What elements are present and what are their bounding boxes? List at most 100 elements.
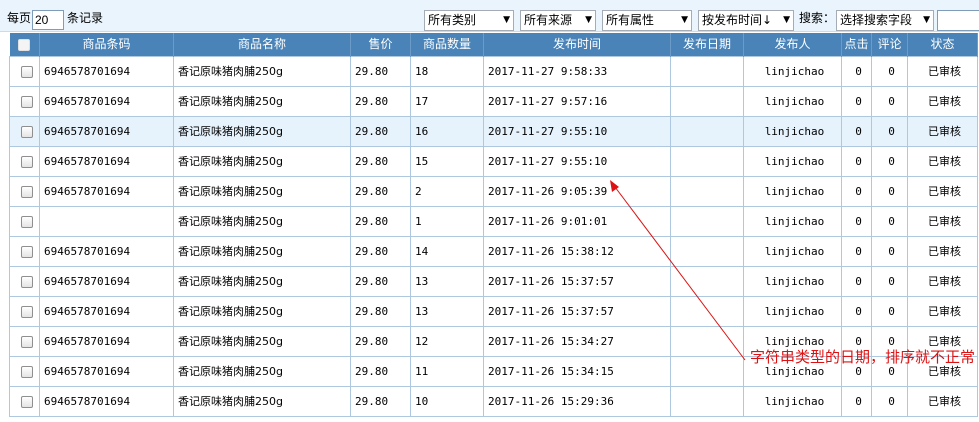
- cell-publisher: linjichao: [743, 386, 842, 417]
- cell-publish-time: 2017-11-26 9:05:39: [483, 176, 671, 207]
- cell-publisher: linjichao: [743, 146, 842, 177]
- cell-publish-date: [670, 176, 744, 207]
- cell-price: 29.80: [350, 86, 411, 117]
- cell-price: 29.80: [350, 206, 411, 237]
- row-checkbox[interactable]: [20, 155, 33, 168]
- cell-comments: 0: [871, 176, 908, 207]
- cell-select: [9, 56, 40, 87]
- cell-price: 29.80: [350, 296, 411, 327]
- attribute-filter-select[interactable]: 所有属性 ▼: [602, 10, 692, 31]
- cell-select: [9, 146, 40, 177]
- col-header-status[interactable]: 状态: [907, 33, 978, 57]
- cell-quantity: 11: [410, 356, 484, 387]
- cell-comments: 0: [871, 386, 908, 417]
- cell-status: 已审核: [907, 56, 978, 87]
- cell-publish-date: [670, 56, 744, 87]
- cell-clicks: 0: [841, 56, 872, 87]
- row-checkbox[interactable]: [20, 95, 33, 108]
- row-checkbox[interactable]: [20, 215, 33, 228]
- table-row[interactable]: 6946578701694 香记原味猪肉脯250g 29.80 10 2017-11-2…: [9, 386, 978, 417]
- cell-publisher: linjichao: [743, 266, 842, 297]
- select-all-checkbox[interactable]: [18, 38, 31, 51]
- cell-comments: 0: [871, 236, 908, 267]
- cell-select: [9, 386, 40, 417]
- col-header-clicks[interactable]: 点击: [841, 33, 872, 57]
- category-filter-value: 所有类别: [428, 13, 477, 27]
- cell-product-name: 香记原味猪肉脯250g: [173, 356, 351, 387]
- source-filter-select[interactable]: 所有来源 ▼: [520, 10, 596, 31]
- category-filter-select[interactable]: 所有类别 ▼: [424, 10, 514, 31]
- cell-publish-date: [670, 326, 744, 357]
- table-row[interactable]: 6946578701694 香记原味猪肉脯250g 29.80 14 2017-11-2…: [9, 236, 978, 267]
- table-row[interactable]: 6946578701694 香记原味猪肉脯250g 29.80 17 2017-11-2…: [9, 86, 978, 117]
- cell-publisher: linjichao: [743, 116, 842, 147]
- cell-price: 29.80: [350, 386, 411, 417]
- cell-clicks: 0: [841, 266, 872, 297]
- table-row[interactable]: 6946578701694 香记原味猪肉脯250g 29.80 15 2017-11-2…: [9, 146, 978, 177]
- chevron-down-icon: ▼: [783, 15, 790, 25]
- col-header-name[interactable]: 商品名称: [173, 33, 351, 57]
- table-row[interactable]: 6946578701694 香记原味猪肉脯250g 29.80 13 2017-11-2…: [9, 296, 978, 327]
- cell-publisher: linjichao: [743, 296, 842, 327]
- col-header-price[interactable]: 售价: [350, 33, 411, 57]
- cell-quantity: 13: [410, 296, 484, 327]
- row-checkbox[interactable]: [20, 335, 33, 348]
- row-checkbox[interactable]: [20, 65, 33, 78]
- col-header-comments[interactable]: 评论: [871, 33, 908, 57]
- table-row[interactable]: 6946578701694 香记原味猪肉脯250g 29.80 16 2017-11-2…: [9, 116, 978, 147]
- search-field-select[interactable]: 选择搜索字段 ▼: [836, 10, 934, 31]
- cell-status: 已审核: [907, 386, 978, 417]
- per-page-label: 每页: [7, 11, 32, 25]
- cell-publish-date: [670, 356, 744, 387]
- col-header-quantity[interactable]: 商品数量: [410, 33, 484, 57]
- cell-product-name: 香记原味猪肉脯250g: [173, 176, 351, 207]
- col-header-publisher[interactable]: 发布人: [743, 33, 842, 57]
- row-checkbox[interactable]: [20, 125, 33, 138]
- table-row[interactable]: 6946578701694 香记原味猪肉脯250g 29.80 13 2017-11-2…: [9, 266, 978, 297]
- col-header-publish-time[interactable]: 发布时间: [483, 33, 671, 57]
- cell-comments: 0: [871, 206, 908, 237]
- col-header-barcode[interactable]: 商品条码: [39, 33, 174, 57]
- cell-publish-date: [670, 86, 744, 117]
- sort-order-value: 按发布时间↓: [702, 13, 773, 27]
- cell-barcode: [39, 206, 174, 237]
- search-label: 搜索：: [799, 11, 836, 25]
- row-checkbox[interactable]: [20, 305, 33, 318]
- row-checkbox[interactable]: [20, 245, 33, 258]
- table-header-row: 商品条码 商品名称 售价 商品数量 发布时间 发布日期 发布人 点击 评论 状态: [9, 33, 978, 57]
- cell-price: 29.80: [350, 236, 411, 267]
- table-row[interactable]: 6946578701694 香记原味猪肉脯250g 29.80 2 2017-11-26…: [9, 176, 978, 207]
- row-checkbox[interactable]: [20, 395, 33, 408]
- table-row[interactable]: 香记原味猪肉脯250g 29.80 1 2017-11-26 9:01:01 linji…: [9, 206, 978, 237]
- sort-order-select[interactable]: 按发布时间↓ ▼: [698, 10, 794, 31]
- cell-publish-date: [670, 386, 744, 417]
- row-checkbox[interactable]: [20, 365, 33, 378]
- cell-clicks: 0: [841, 386, 872, 417]
- cell-product-name: 香记原味猪肉脯250g: [173, 266, 351, 297]
- chevron-down-icon: ▼: [923, 15, 930, 25]
- cell-product-name: 香记原味猪肉脯250g: [173, 236, 351, 267]
- table-row[interactable]: 6946578701694 香记原味猪肉脯250g 29.80 18 2017-11-2…: [9, 56, 978, 87]
- cell-quantity: 15: [410, 146, 484, 177]
- cell-quantity: 14: [410, 236, 484, 267]
- cell-product-name: 香记原味猪肉脯250g: [173, 56, 351, 87]
- cell-quantity: 2: [410, 176, 484, 207]
- cell-publish-time: 2017-11-27 9:55:10: [483, 116, 671, 147]
- annotation-note: 字符串类型的日期，排序就不正常: [750, 348, 976, 366]
- cell-clicks: 0: [841, 86, 872, 117]
- cell-select: [9, 266, 40, 297]
- list-toolbar: 每页 20 条记录 所有类别 ▼ 所有来源 ▼ 所有属性 ▼ 按发布时间↓ ▼ …: [0, 0, 979, 32]
- cell-publish-date: [670, 116, 744, 147]
- col-header-publish-date[interactable]: 发布日期: [670, 33, 744, 57]
- cell-clicks: 0: [841, 116, 872, 147]
- row-checkbox[interactable]: [20, 275, 33, 288]
- search-input[interactable]: [937, 10, 979, 31]
- cell-publish-time: 2017-11-26 15:37:57: [483, 266, 671, 297]
- cell-publish-time: 2017-11-27 9:58:33: [483, 56, 671, 87]
- per-page-input[interactable]: 20: [32, 10, 64, 30]
- row-checkbox[interactable]: [20, 185, 33, 198]
- cell-publish-date: [670, 266, 744, 297]
- cell-publisher: linjichao: [743, 56, 842, 87]
- cell-barcode: 6946578701694: [39, 56, 174, 87]
- cell-clicks: 0: [841, 296, 872, 327]
